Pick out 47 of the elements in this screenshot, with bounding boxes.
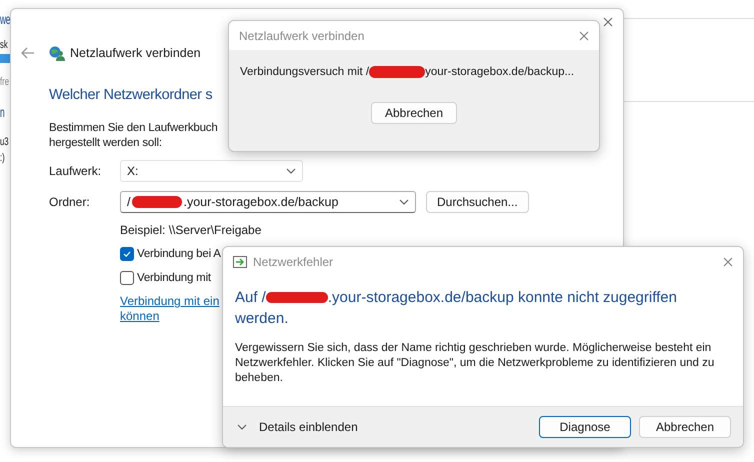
chevron-down-icon	[286, 168, 296, 174]
browse-button[interactable]: Durchsuchen...	[426, 191, 529, 213]
close-icon[interactable]	[579, 30, 589, 40]
window-text: n	[0, 103, 4, 121]
close-icon[interactable]	[603, 17, 613, 27]
window-text: fre	[0, 75, 9, 89]
instruction-text: Bestimmen Sie den Laufwerkbuch	[49, 121, 218, 136]
window-text: sk	[0, 38, 8, 52]
chevron-down-icon	[237, 424, 247, 430]
window-title: Netzlaufwerk verbinden	[70, 46, 201, 60]
error-heading: werden.	[235, 309, 288, 329]
network-globe-icon	[49, 45, 65, 61]
message-text: your-storagebox.de/backup...	[425, 66, 574, 78]
checkbox[interactable]	[120, 247, 134, 261]
drive-label: Laufwerk:	[49, 164, 102, 178]
cancel-button[interactable]: Abbrechen	[370, 102, 458, 124]
folder-combobox[interactable]: / .your-storagebox.de/backup	[120, 191, 416, 213]
error-heading: .your-storagebox.de/backup konnte nicht zugegriffen	[328, 288, 677, 308]
check-icon	[122, 249, 132, 259]
back-arrow-icon[interactable]	[21, 47, 35, 59]
window-text: we	[0, 10, 10, 28]
close-icon[interactable]	[723, 256, 733, 266]
example-text: Beispiel: \\Server\Freigabe	[120, 223, 262, 237]
checkbox-label: Verbindung mit	[137, 272, 211, 284]
dialog-title: Netzwerkfehler	[253, 254, 334, 268]
message-text: Verbindungsversuch mit /	[240, 66, 370, 78]
window-text: :)	[0, 151, 5, 165]
chevron-down-icon	[399, 199, 409, 205]
details-toggle[interactable]: Details einblenden	[237, 420, 358, 434]
dialog-button[interactable]: Diagnose	[539, 416, 631, 438]
redaction-mark	[369, 66, 426, 78]
wizard-heading: Welcher Netzwerkordner s	[49, 87, 212, 103]
error-heading: Auf /	[235, 288, 266, 308]
link[interactable]: können	[120, 309, 160, 324]
instruction-text: hergestellt werden soll:	[49, 136, 162, 151]
drive-dropdown[interactable]: X:	[120, 160, 303, 182]
dialog-button[interactable]: Abbrechen	[639, 416, 731, 438]
redaction-mark	[266, 292, 328, 303]
arrow-right-icon	[233, 256, 247, 268]
checkbox-label: Verbindung bei A	[137, 248, 221, 260]
checkbox[interactable]	[120, 271, 134, 285]
link[interactable]: Verbindung mit ein	[120, 294, 220, 309]
error-description: Vergewissern Sie sich, dass der Name richtig geschrieben wurde. Möglicherweise besteht ein Netzwerkfehler. Klicken Sie auf "Diagnose", um die Netzwerkprobleme zu identifizieren und zu beheben.	[235, 341, 716, 386]
redaction-mark	[132, 196, 182, 208]
folder-label: Ordner:	[49, 195, 91, 209]
window-text: u3	[0, 135, 9, 149]
dialog-title: Netzlaufwerk verbinden	[239, 28, 364, 42]
